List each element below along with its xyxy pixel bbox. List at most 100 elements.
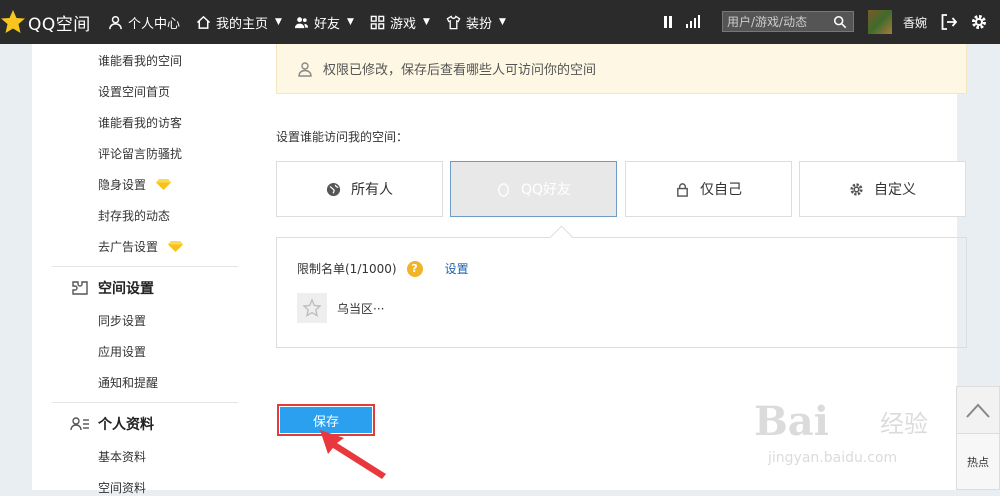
sidebar-item-label: 谁能看我的空间: [98, 54, 183, 68]
red-arrow-annotation-icon: [320, 430, 386, 479]
list-item[interactable]: 乌当区···: [297, 293, 384, 323]
restriction-list-box: 限制名单(1/1000) ? 设置 乌当区···: [276, 225, 967, 348]
globe-icon: [326, 182, 341, 196]
nav-decoration[interactable]: 装扮 ▼: [446, 12, 506, 32]
sidebar-section-profile: 个人资料: [70, 414, 154, 434]
yellow-diamond-icon: [156, 179, 172, 190]
nav-label: 游戏: [390, 16, 417, 32]
notice-banner: 权限已修改，保存后查看哪些人可访问你的空间: [276, 44, 967, 94]
set-link[interactable]: 设置: [445, 260, 469, 277]
sidebar-item-remove-ads[interactable]: 去广告设置: [98, 238, 184, 255]
sidebar-item-sync[interactable]: 同步设置: [98, 312, 146, 329]
pause-icon[interactable]: [664, 14, 672, 28]
sidebar-item-space-profile[interactable]: 空间资料: [98, 479, 146, 496]
nav-games[interactable]: 游戏 ▼: [370, 12, 430, 32]
sidebar-item-label: 评论留言防骚扰: [98, 147, 183, 161]
nav-label: 好友: [314, 16, 341, 32]
hot-label: 热点: [967, 455, 989, 469]
profile-card-icon: [70, 417, 89, 431]
restriction-list-header: 限制名单(1/1000) ? 设置: [297, 260, 469, 277]
sidebar-item-basic-profile[interactable]: 基本资料: [98, 448, 146, 465]
chevron-up-icon: [966, 403, 990, 418]
sidebar-item-label: 同步设置: [98, 314, 147, 328]
puzzle-icon: [72, 281, 88, 295]
nav-friends[interactable]: 好友 ▼: [294, 12, 354, 32]
logout-icon[interactable]: [940, 13, 958, 31]
watermark-brand-cn: 经验: [880, 410, 928, 438]
notice-text: 权限已修改，保存后查看哪些人可访问你的空间: [323, 63, 597, 78]
avatar[interactable]: [868, 10, 892, 34]
option-label: 所有人: [351, 182, 393, 198]
sidebar-item-label: 应用设置: [98, 345, 147, 359]
person-icon: [109, 15, 122, 29]
sidebar-item-label: 去广告设置: [98, 240, 159, 254]
nav-label: 我的主页: [216, 16, 269, 32]
sidebar-item-label: 空间资料: [98, 481, 147, 495]
home-icon: [196, 15, 211, 29]
caret-down-icon: ▼: [275, 17, 282, 27]
box-pointer: [549, 225, 574, 250]
star-placeholder-icon: [302, 298, 322, 317]
nav-label: 装扮: [466, 16, 493, 32]
nav-my-homepage[interactable]: 我的主页 ▼: [196, 12, 282, 32]
back-to-top-button[interactable]: [956, 386, 1000, 434]
sidebar-item-archive-feeds[interactable]: 封存我的动态: [98, 207, 170, 224]
yellow-diamond-icon: [168, 241, 184, 252]
username[interactable]: 香婉: [903, 14, 927, 31]
caret-down-icon: ▼: [499, 17, 506, 27]
section-title: 个人资料: [98, 417, 154, 433]
sidebar-item-label: 隐身设置: [98, 178, 147, 192]
search-box: [722, 11, 854, 32]
search-input[interactable]: [723, 13, 833, 30]
sidebar-divider: [52, 402, 238, 403]
option-label: 仅自己: [700, 182, 742, 198]
section-title: 空间设置: [98, 281, 154, 297]
sidebar-item-label: 封存我的动态: [98, 209, 171, 223]
sidebar-item-label: 设置空间首页: [98, 85, 171, 99]
baidu-watermark: Bai 经验 jingyan.baidu.com: [748, 380, 948, 480]
top-navigation-bar: QQ空间 个人中心 我的主页 ▼ 好友 ▼ 游戏 ▼ 装扮 ▼ 香婉: [0, 0, 1000, 44]
sidebar-item-notifications[interactable]: 通知和提醒: [98, 374, 158, 391]
search-icon[interactable]: [833, 15, 847, 29]
sidebar-item-who-can-see-visitors[interactable]: 谁能看我的访客: [98, 114, 182, 131]
nav-personal-center[interactable]: 个人中心: [108, 12, 180, 32]
sidebar-item-label: 通知和提醒: [98, 376, 159, 390]
gear-icon: [850, 182, 863, 196]
watermark-brand: Bai: [754, 398, 829, 445]
sidebar-item-label: 谁能看我的访客: [98, 116, 183, 130]
option-label: QQ好友: [520, 182, 572, 198]
restriction-list-label: 限制名单(1/1000): [297, 262, 397, 276]
help-icon[interactable]: ?: [406, 260, 423, 277]
friends-icon: [294, 16, 309, 28]
option-qq-friends[interactable]: QQ好友: [450, 161, 617, 217]
caret-down-icon: ▼: [423, 17, 430, 27]
sidebar-item-apps[interactable]: 应用设置: [98, 343, 146, 360]
sidebar-section-space-settings: 空间设置: [70, 278, 154, 298]
lock-icon: [677, 182, 688, 197]
member-avatar: [297, 293, 327, 323]
star-logo-icon: [1, 10, 25, 33]
signal-bars-icon[interactable]: [686, 14, 700, 28]
qzone-logo[interactable]: QQ空间: [0, 8, 91, 36]
person-outline-icon: [298, 61, 312, 77]
option-only-me[interactable]: 仅自己: [625, 161, 792, 217]
option-everyone[interactable]: 所有人: [276, 161, 443, 217]
sidebar-item-invisible[interactable]: 隐身设置: [98, 176, 172, 193]
grid-icon: [370, 15, 385, 29]
watermark-url: jingyan.baidu.com: [768, 450, 898, 466]
sidebar-item-anti-harassment[interactable]: 评论留言防骚扰: [98, 145, 182, 162]
sidebar-item-homepage-setting[interactable]: 设置空间首页: [98, 83, 170, 100]
option-custom[interactable]: 自定义: [799, 161, 966, 217]
qq-penguin-icon: [498, 182, 509, 197]
sidebar-item-who-can-view[interactable]: 谁能看我的空间: [98, 52, 182, 69]
gear-icon[interactable]: [970, 13, 988, 31]
hot-topics-button[interactable]: 热点: [956, 434, 1000, 490]
sidebar-item-label: 基本资料: [98, 450, 147, 464]
nav-label: 个人中心: [128, 16, 181, 32]
access-section-label: 设置谁能访问我的空间：: [276, 130, 409, 144]
sidebar-divider: [52, 266, 238, 267]
caret-down-icon: ▼: [347, 17, 354, 27]
logo-text: QQ空间: [28, 14, 91, 35]
left-sidebar: 谁能看我的空间 设置空间首页 谁能看我的访客 评论留言防骚扰 隐身设置 封存我的…: [32, 44, 252, 495]
shirt-icon: [446, 14, 461, 29]
